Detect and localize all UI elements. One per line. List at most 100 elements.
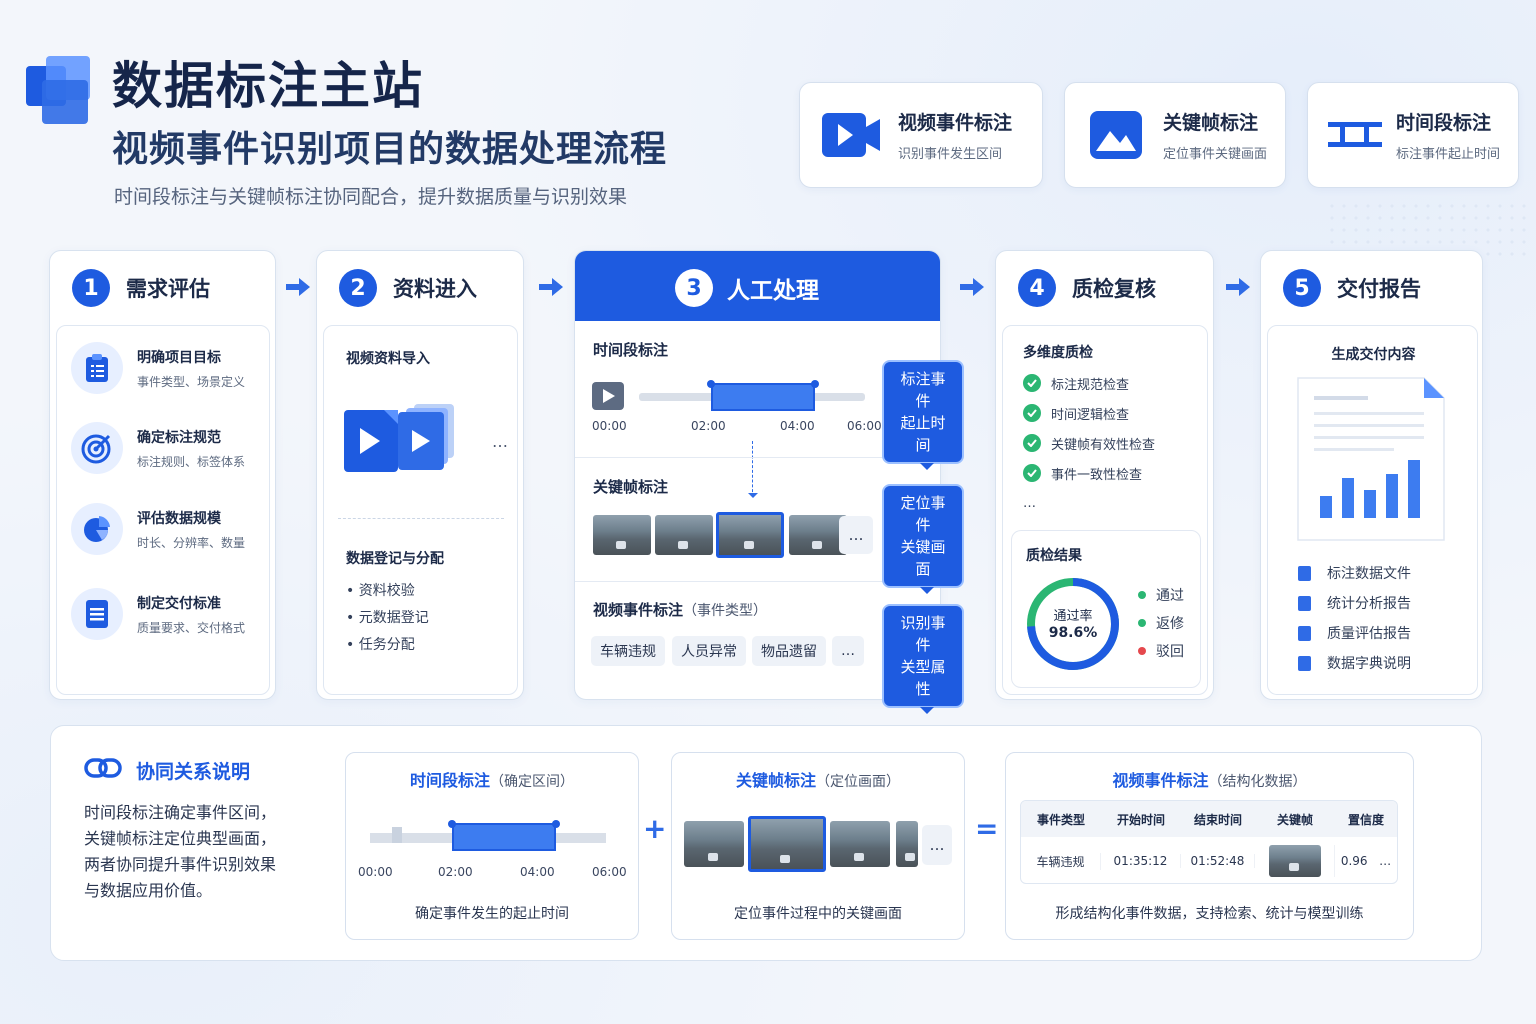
stage-number: 3 xyxy=(675,269,713,307)
stage-quality-check: 4 质检复核 多维度质检 标注规范检查 时间逻辑检查 关键帧有效性检查 事件一致性… xyxy=(995,250,1214,700)
card-title: 时间段标注（确定区间） xyxy=(346,767,638,791)
legend-item: 通过 xyxy=(1138,581,1184,609)
stage-header: 3 人工处理 xyxy=(675,269,819,307)
check-icon xyxy=(1023,434,1041,452)
legend-label: 驳回 xyxy=(1156,644,1184,660)
video-files-icon xyxy=(344,398,480,482)
plus-operator: + xyxy=(643,812,667,845)
doc-item[interactable]: 标注数据文件 xyxy=(1298,558,1411,588)
range-handle-end[interactable] xyxy=(811,380,819,388)
more-icon[interactable]: … xyxy=(492,432,508,451)
flow-arrow-icon xyxy=(539,278,563,296)
collab-header: 协同关系说明 xyxy=(84,756,250,784)
tick-label: 04:00 xyxy=(780,419,815,433)
card-note: （定位画面） xyxy=(816,774,900,790)
list-item: 评估数据规模 时长、分辨率、数量 xyxy=(71,503,245,555)
stage-label: 资料进入 xyxy=(393,277,477,301)
doc-label: 质量评估报告 xyxy=(1327,626,1411,642)
more-icon[interactable]: … xyxy=(1379,854,1391,868)
legend-item: 驳回 xyxy=(1138,637,1184,665)
more-indicator: … xyxy=(1023,495,1036,511)
table-cell: 车辆违规 xyxy=(1021,852,1101,870)
stage-label: 需求评估 xyxy=(126,277,210,301)
card-caption: 形成结构化事件数据，支持检索、统计与模型训练 xyxy=(1055,906,1364,922)
event-tag[interactable]: 人员异常 xyxy=(672,636,746,666)
top-card-title: 关键帧标注 xyxy=(1163,112,1259,134)
timeline-selected-range[interactable] xyxy=(711,383,815,411)
list-item: • 资料校验 xyxy=(346,583,415,599)
timeline-selected-range xyxy=(452,823,556,851)
top-card-title: 时间段标注 xyxy=(1396,112,1492,134)
page-title: 数据标注主站 xyxy=(112,57,424,115)
qc-item: 时间逻辑检查 xyxy=(1023,398,1155,428)
stage-panel: 视频资料导入 … 数据登记与分配 • 资料校验 • 元数据登记 • 任务分配 xyxy=(323,325,518,695)
card-title-text: 时间段标注 xyxy=(409,771,490,790)
card-title: 视频事件标注（结构化数据） xyxy=(1006,767,1413,791)
top-card-desc: 识别事件发生区间 xyxy=(898,147,1003,162)
keyframe-thumbnail xyxy=(1268,845,1321,877)
list-item: 制定交付标准 质量要求、交付格式 xyxy=(71,588,245,640)
stage-number: 1 xyxy=(72,269,110,307)
list-item: 确定标注规范标注规则、标签体系 xyxy=(71,422,245,474)
card-note: （结构化数据） xyxy=(1208,774,1307,790)
stage-panel: 多维度质检 标注规范检查 时间逻辑检查 关键帧有效性检查 事件一致性检查 … 质… xyxy=(1002,325,1208,695)
range-handle-start xyxy=(448,820,456,828)
description-line: 与数据应用价值。 xyxy=(84,881,213,900)
qc-item: 标注规范检查 xyxy=(1023,368,1155,398)
legend-dot xyxy=(1138,619,1146,627)
keyframe-thumbnail-selected xyxy=(748,816,826,872)
confidence-value: 0.96 xyxy=(1340,854,1368,868)
clipboard-icon xyxy=(71,342,123,394)
file-icon xyxy=(1298,595,1311,611)
range-handle-start[interactable] xyxy=(707,380,715,388)
flow-arrow-icon xyxy=(286,278,310,296)
doc-label: 标注数据文件 xyxy=(1327,566,1411,582)
description-line: 时间段标注确定事件区间， xyxy=(84,803,277,822)
card-caption: 定位事件过程中的关键画面 xyxy=(734,906,902,922)
legend-dot xyxy=(1138,647,1146,655)
legend-label: 返修 xyxy=(1156,616,1184,632)
flow-arrow-icon xyxy=(960,278,984,296)
event-tag[interactable]: 物品遗留 xyxy=(752,636,826,666)
item-desc: 标注规则、标签体系 xyxy=(137,454,246,469)
description-line: 关键帧标注定位典型画面， xyxy=(84,829,277,848)
stage-label: 交付报告 xyxy=(1337,277,1421,301)
keyframe-thumbnail[interactable] xyxy=(593,515,651,555)
event-tag[interactable]: 车辆违规 xyxy=(591,636,665,666)
section-title: 关键帧标注 xyxy=(593,478,669,496)
section-title-text: 视频事件标注 xyxy=(593,601,684,619)
qc-item: 关键帧有效性检查 xyxy=(1023,428,1155,458)
item-title: 确定标注规范 xyxy=(137,429,221,446)
legend-dot xyxy=(1138,591,1146,599)
play-button[interactable] xyxy=(591,381,625,415)
callout-time-range: 标注事件 起止时间 xyxy=(882,360,964,470)
target-icon xyxy=(71,422,123,474)
top-card-title: 视频事件标注 xyxy=(898,112,1013,134)
connector-line xyxy=(752,441,753,497)
doc-item[interactable]: 统计分析报告 xyxy=(1298,588,1411,618)
more-frames-button[interactable]: … xyxy=(839,516,873,554)
keyframe-thumbnail xyxy=(896,821,918,867)
page-subtitle: 视频事件识别项目的数据处理流程 xyxy=(112,129,668,170)
pass-rate-value: 98.6% xyxy=(1048,625,1098,641)
keyframe-thumbnail[interactable] xyxy=(655,515,713,555)
file-icon xyxy=(1298,655,1311,671)
top-card-keyframe: 关键帧标注定位事件关键画面 xyxy=(1064,82,1286,188)
item-desc: 事件类型、场景定义 xyxy=(137,374,246,389)
report-document-icon xyxy=(1296,376,1446,546)
more-tags-button[interactable]: … xyxy=(832,636,864,666)
top-card-desc: 定位事件关键画面 xyxy=(1163,147,1268,162)
top-card-desc: 标注事件起止时间 xyxy=(1396,147,1501,162)
stage-requirements: 1 需求评估 明确项目目标 事件类型、场景定义 确定标注规范 标注规则、标签体系 评估… xyxy=(49,250,276,700)
stage-number: 4 xyxy=(1018,269,1056,307)
doc-item[interactable]: 质量评估报告 xyxy=(1298,618,1411,648)
equals-operator: = xyxy=(975,812,999,845)
range-handle-end xyxy=(552,820,560,828)
logo-icon xyxy=(24,52,94,128)
legend-item: 返修 xyxy=(1138,609,1184,637)
keyframe-thumbnail-selected[interactable] xyxy=(716,512,784,558)
pass-rate-label: 通过率 xyxy=(1053,609,1093,624)
doc-item[interactable]: 数据字典说明 xyxy=(1298,648,1411,678)
stage-panel: 生成交付内容 标注数据文件 统计分析报告 质量评估报告 数据字典说明 xyxy=(1267,325,1478,695)
video-camera-icon xyxy=(820,104,882,166)
